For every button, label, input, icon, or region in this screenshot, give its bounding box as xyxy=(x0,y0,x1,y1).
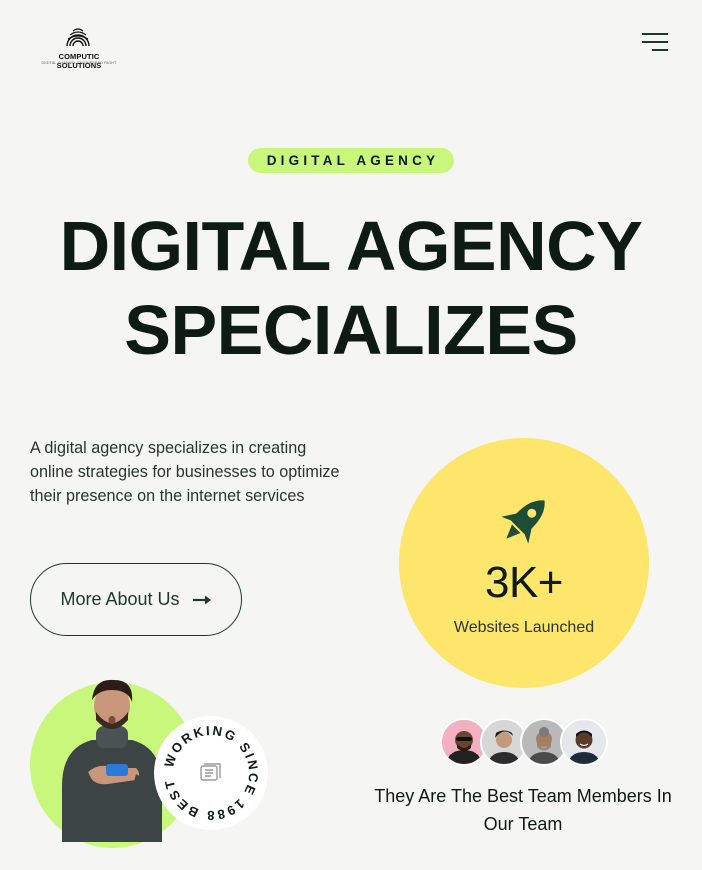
badge-logo-icon xyxy=(200,763,221,781)
avatar-image xyxy=(562,720,606,764)
section-pill: DIGITAL AGENCY xyxy=(248,148,454,173)
hero-title-line-1: DIGITAL AGENCY xyxy=(59,207,643,285)
rocket-icon xyxy=(501,500,545,544)
hero-title: DIGITAL AGENCY SPECIALIZES xyxy=(0,204,702,372)
hamburger-menu-icon xyxy=(642,33,668,51)
stat-card: 3K+ Websites Launched xyxy=(399,438,649,688)
more-about-us-label: More About Us xyxy=(60,589,180,609)
team-avatars xyxy=(440,718,610,768)
hero-title-line-2: SPECIALIZES xyxy=(124,291,578,369)
site-header: COMPUTIC SOLUTIONS DIGITAL CHANNEL ENGIN… xyxy=(0,0,702,90)
stat-value: 3K+ xyxy=(484,558,564,607)
logo-tagline: DIGITAL CHANNEL ENGINEERED RIGHT xyxy=(41,61,117,65)
menu-button[interactable] xyxy=(640,30,670,54)
logo[interactable]: COMPUTIC SOLUTIONS DIGITAL CHANNEL ENGIN… xyxy=(36,26,122,70)
intro-description: A digital agency specializes in creating… xyxy=(30,439,340,505)
team-caption: They Are The Best Team Members In Our Te… xyxy=(374,786,672,834)
arrow-right-icon xyxy=(192,595,211,604)
logo-mark-icon xyxy=(66,28,90,47)
stat-label: Websites Launched xyxy=(453,619,595,636)
badge-graphic: WORKING SINCE 1988 BEST xyxy=(161,723,259,823)
more-about-us-button[interactable]: More About Us xyxy=(30,563,242,636)
team-avatar[interactable] xyxy=(560,718,608,766)
working-since-badge: WORKING SINCE 1988 BEST xyxy=(154,716,268,830)
